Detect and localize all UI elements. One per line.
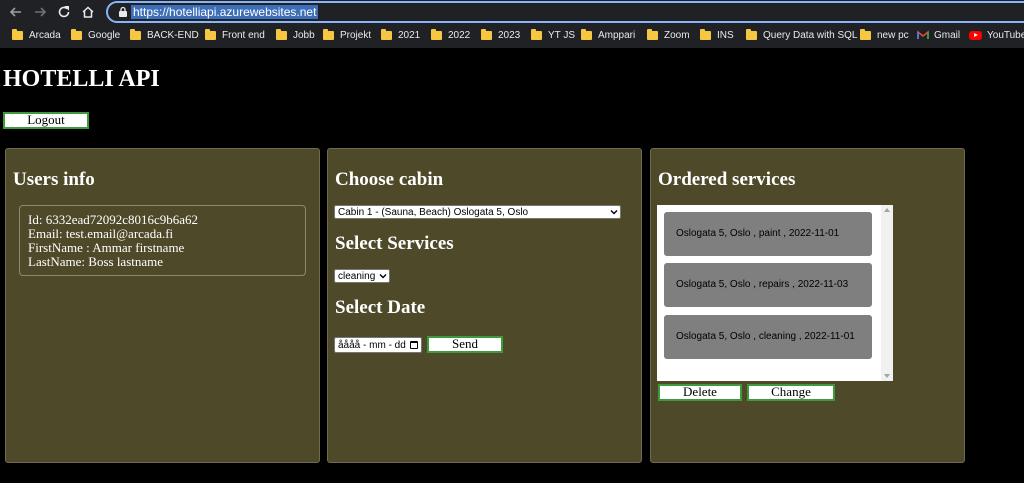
bookmark-item[interactable]: 2023 bbox=[481, 27, 520, 43]
folder-icon bbox=[12, 28, 23, 40]
date-input-placeholder: åååå - mm - dd bbox=[338, 339, 406, 351]
chevron-down-icon bbox=[379, 274, 387, 279]
calendar-icon[interactable] bbox=[410, 341, 418, 349]
bookmark-label: Zoom bbox=[664, 29, 690, 41]
gmail-icon bbox=[917, 30, 929, 39]
list-item[interactable]: Oslogata 5, Oslo , paint , 2022-11-01 bbox=[664, 212, 872, 256]
choose-cabin-panel: Choose cabin Cabin 1 - (Sauna, Beach) Os… bbox=[327, 148, 642, 463]
bookmark-item[interactable]: Arcada bbox=[12, 27, 61, 43]
bookmark-label: Amppari bbox=[598, 29, 636, 41]
arrow-right-icon bbox=[35, 7, 47, 17]
service-select[interactable]: cleaning bbox=[334, 269, 390, 283]
bookmark-item[interactable]: Amppari bbox=[581, 27, 635, 43]
bookmark-label: YouTube bbox=[987, 29, 1024, 41]
folder-icon bbox=[647, 28, 658, 40]
cabin-select-value: Cabin 1 - (Sauna, Beach) Oslogata 5, Osl… bbox=[338, 206, 529, 218]
change-button[interactable]: Change bbox=[747, 384, 835, 401]
ordered-services-list[interactable]: Oslogata 5, Oslo , paint , 2022-11-01 Os… bbox=[657, 205, 893, 381]
bookmark-label: INS bbox=[717, 29, 734, 41]
bookmark-label: Jobb bbox=[293, 29, 315, 41]
list-scrollbar[interactable] bbox=[881, 205, 893, 381]
ordered-services-heading: Ordered services bbox=[658, 169, 796, 190]
folder-icon bbox=[746, 28, 757, 40]
folder-icon bbox=[130, 28, 141, 40]
bookmark-item[interactable]: YT JS bbox=[531, 27, 575, 43]
list-item[interactable]: Oslogata 5, Oslo , repairs , 2022-11-03 bbox=[664, 263, 872, 307]
reload-button[interactable] bbox=[54, 2, 74, 22]
bookmark-item[interactable]: Google bbox=[71, 27, 120, 43]
service-select-value: cleaning bbox=[338, 270, 376, 282]
youtube-icon bbox=[969, 30, 982, 40]
bookmark-item[interactable]: Jobb bbox=[276, 27, 315, 43]
bookmark-label: 2022 bbox=[448, 29, 471, 41]
date-input[interactable]: åååå - mm - dd bbox=[334, 337, 422, 353]
bookmark-label: Gmail bbox=[934, 29, 961, 41]
bookmark-item[interactable]: INS bbox=[700, 27, 734, 43]
user-lastname: LastName: Boss lastname bbox=[28, 254, 164, 269]
bookmark-item[interactable]: Projekt bbox=[323, 27, 371, 43]
browser-toolbar: https://hotelliapi.azurewebsites.net bbox=[0, 0, 1024, 24]
delete-button[interactable]: Delete bbox=[658, 384, 742, 401]
bookmark-item[interactable]: 2022 bbox=[431, 27, 470, 43]
scroll-down-icon[interactable] bbox=[884, 374, 890, 378]
logout-button[interactable]: Logout bbox=[3, 112, 89, 129]
folder-icon bbox=[531, 28, 542, 40]
bookmark-item[interactable]: YouTube bbox=[969, 27, 1024, 43]
folder-icon bbox=[431, 28, 442, 40]
bookmark-label: BACK-END bbox=[147, 29, 199, 41]
cabin-select[interactable]: Cabin 1 - (Sauna, Beach) Oslogata 5, Osl… bbox=[334, 205, 621, 219]
address-bar[interactable]: https://hotelliapi.azurewebsites.net bbox=[106, 1, 1024, 23]
bookmark-label: Projekt bbox=[340, 29, 372, 41]
bookmark-label: Query Data with SQL bbox=[763, 29, 858, 41]
lock-icon bbox=[119, 6, 127, 17]
folder-icon bbox=[581, 28, 592, 40]
scroll-up-icon[interactable] bbox=[884, 208, 890, 212]
bookmark-item[interactable]: Front end bbox=[205, 27, 265, 43]
user-details-box: Id: 6332ead72092c8016c9b6a62 Email: test… bbox=[19, 205, 306, 276]
bookmark-item[interactable]: Zoom bbox=[647, 27, 690, 43]
user-id: Id: 6332ead72092c8016c9b6a62 bbox=[28, 212, 199, 227]
select-date-heading: Select Date bbox=[335, 297, 426, 318]
chevron-down-icon bbox=[610, 210, 618, 215]
bookmark-label: YT JS bbox=[548, 29, 576, 41]
home-icon bbox=[82, 6, 94, 18]
forward-button[interactable] bbox=[30, 2, 50, 22]
folder-icon bbox=[481, 28, 492, 40]
bookmark-label: 2021 bbox=[398, 29, 421, 41]
folder-icon bbox=[276, 28, 287, 40]
users-info-heading: Users info bbox=[13, 169, 95, 190]
url-text[interactable]: https://hotelliapi.azurewebsites.net bbox=[131, 5, 319, 19]
back-button[interactable] bbox=[6, 2, 26, 22]
home-button[interactable] bbox=[78, 2, 98, 22]
bookmarks-bar: Arcada Google BACK-END Front end Jobb Projekt… bbox=[0, 24, 1024, 46]
bookmark-label: 2023 bbox=[498, 29, 521, 41]
choose-cabin-heading: Choose cabin bbox=[335, 169, 444, 190]
arrow-left-icon bbox=[9, 7, 21, 17]
bookmark-label: new pc bbox=[877, 29, 909, 41]
user-email: Email: test.email@arcada.fi bbox=[28, 226, 174, 241]
bookmark-item[interactable]: new pc bbox=[860, 27, 909, 43]
bookmark-label: Arcada bbox=[29, 29, 61, 41]
bookmark-item[interactable]: Gmail bbox=[917, 27, 960, 43]
folder-icon bbox=[323, 28, 334, 40]
folder-icon bbox=[71, 28, 82, 40]
bookmark-item[interactable]: 2021 bbox=[381, 27, 420, 43]
users-info-panel: Users info Id: 6332ead72092c8016c9b6a62 … bbox=[5, 148, 320, 463]
browser-chrome: https://hotelliapi.azurewebsites.net Arc… bbox=[0, 0, 1024, 48]
reload-icon bbox=[58, 6, 70, 18]
folder-icon bbox=[860, 28, 871, 40]
list-item[interactable]: Oslogata 5, Oslo , cleaning , 2022-11-01 bbox=[664, 315, 872, 359]
bookmark-item[interactable]: Query Data with SQL bbox=[746, 27, 857, 43]
bookmark-label: Front end bbox=[222, 29, 265, 41]
bookmark-label: Google bbox=[88, 29, 121, 41]
user-firstname: FirstName : Ammar firstname bbox=[28, 240, 185, 255]
send-button[interactable]: Send bbox=[427, 336, 503, 353]
ordered-services-panel: Ordered services Oslogata 5, Oslo , pain… bbox=[650, 148, 965, 463]
folder-icon bbox=[381, 28, 392, 40]
bookmark-item[interactable]: BACK-END bbox=[130, 27, 199, 43]
folder-icon bbox=[205, 28, 216, 40]
select-services-heading: Select Services bbox=[335, 233, 454, 254]
page-title: HOTELLI API bbox=[3, 66, 160, 92]
folder-icon bbox=[700, 28, 711, 40]
